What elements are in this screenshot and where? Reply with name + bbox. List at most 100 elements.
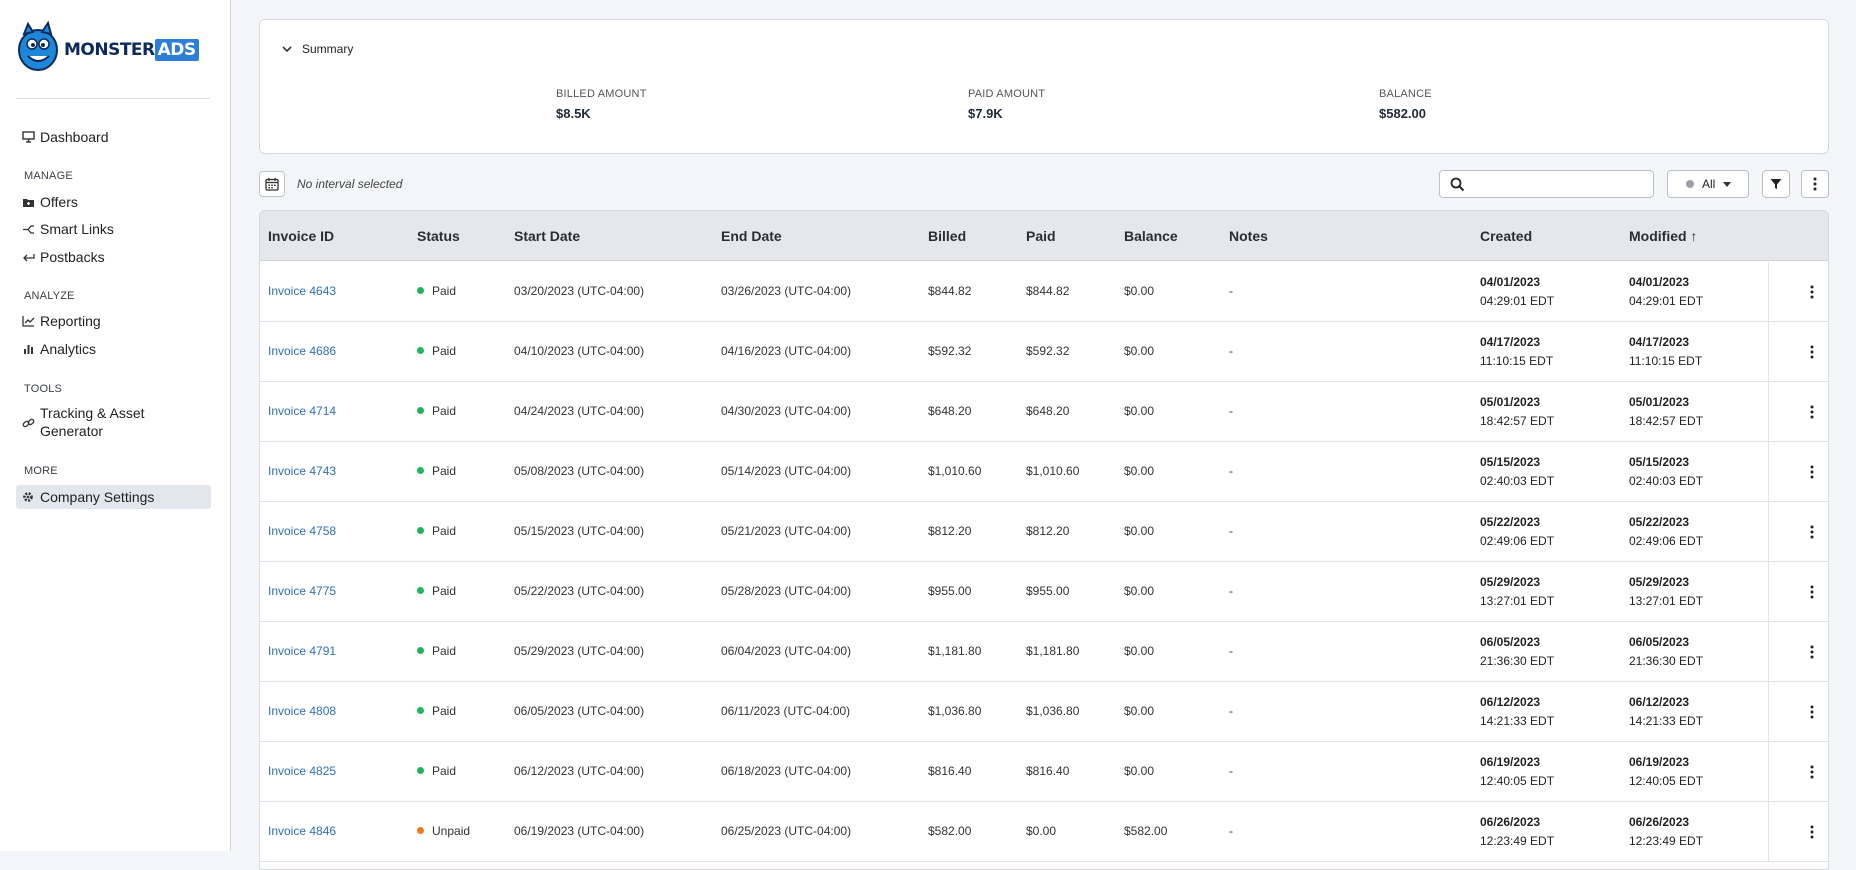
row-actions-button[interactable] [1810,345,1814,364]
created-time: 04:29:01 EDT [1480,294,1555,308]
status-label: Paid [432,764,457,778]
table-row[interactable]: Invoice 4808 Paid 06/05/2023 (UTC-04:00) 06… [260,682,1828,742]
table-row[interactable]: Invoice 4643 Paid 03/20/2023 (UTC-04:00) 03… [260,262,1828,322]
more-options-button[interactable] [1801,170,1829,198]
created-date: 05/01/2023 [1480,395,1541,409]
vertical-dots-icon [1810,285,1814,299]
table-row[interactable]: Invoice 4775 Paid 05/22/2023 (UTC-04:00) 05… [260,562,1828,622]
created-date: 06/05/2023 [1480,635,1541,649]
billed-cell: $816.40 [928,764,972,778]
invoice-id-link[interactable]: Invoice 4643 [268,284,336,298]
row-actions-button[interactable] [1810,825,1814,844]
table-row[interactable]: Invoice 4846 Unpaid 06/19/2023 (UTC-04:00)… [260,802,1828,862]
table-row[interactable]: Invoice 4686 Paid 04/10/2023 (UTC-04:00) 04… [260,322,1828,382]
brand-name-part1: MONSTER [64,40,155,60]
invoice-id-link[interactable]: Invoice 4846 [268,824,336,838]
invoice-id-link[interactable]: Invoice 4686 [268,344,336,358]
invoice-id-link[interactable]: Invoice 4714 [268,404,336,418]
search-input[interactable] [1439,170,1654,198]
status-dot-icon [417,287,424,295]
metric-label: BILLED AMOUNT [556,88,647,100]
created-date: 05/15/2023 [1480,455,1541,469]
modified-time: 02:49:06 EDT [1629,534,1704,548]
sidebar-item-postbacks[interactable]: Postbacks [16,245,211,269]
sidebar-item-reporting[interactable]: Reporting [16,309,211,333]
row-actions-button[interactable] [1810,765,1814,784]
filter-button[interactable] [1762,170,1790,198]
vertical-dots-icon [1810,825,1814,839]
invoice-id-link[interactable]: Invoice 4808 [268,704,336,718]
status-label: Paid [432,584,457,598]
modified-date: 06/12/2023 [1629,695,1690,709]
row-action-divider [1768,442,1769,502]
sidebar: MONSTER ADS Dashboard MANAGE Offers Smart… [0,0,231,851]
date-range-button[interactable] [259,171,285,197]
modified-cell: 05/22/2023 02:49:06 EDT [1629,513,1703,551]
paid-cell: $1,010.60 [1026,464,1080,478]
vertical-dots-icon [1810,465,1814,479]
status-dot-icon [1686,180,1694,188]
vertical-dots-icon [1813,177,1817,191]
invoice-id-link[interactable]: Invoice 4791 [268,644,336,658]
row-action-divider [1768,322,1769,382]
column-header-notes[interactable]: Notes [1229,228,1268,244]
sidebar-item-offers[interactable]: Offers [16,190,211,214]
row-actions-button[interactable] [1810,285,1814,304]
row-actions-button[interactable] [1810,525,1814,544]
status-filter-dropdown[interactable]: All [1667,170,1749,198]
status-filter-value: All [1702,177,1716,191]
metric-value: $8.5K [556,106,591,121]
invoice-id-link[interactable]: Invoice 4825 [268,764,336,778]
vertical-dots-icon [1810,345,1814,359]
invoice-id-link[interactable]: Invoice 4743 [268,464,336,478]
start-date-cell: 04/24/2023 (UTC-04:00) [514,404,645,418]
balance-cell: $0.00 [1124,464,1155,478]
modified-time: 18:42:57 EDT [1629,414,1704,428]
column-header-created[interactable]: Created [1480,228,1532,244]
metric-balance: BALANCE $582.00 [1379,88,1432,121]
sidebar-item-analytics[interactable]: Analytics [16,337,211,361]
brand-logo[interactable]: MONSTER ADS [16,20,212,76]
row-actions-button[interactable] [1810,645,1814,664]
sidebar-item-label: Smart Links [40,221,114,237]
row-actions-button[interactable] [1810,705,1814,724]
paid-cell: $955.00 [1026,584,1070,598]
column-header-invoice-id[interactable]: Invoice ID [268,228,334,244]
table-row[interactable]: Invoice 4714 Paid 04/24/2023 (UTC-04:00) 04… [260,382,1828,442]
column-header-paid[interactable]: Paid [1026,228,1056,244]
column-header-modified[interactable]: Modified ↑ [1629,228,1697,244]
invoice-id-link[interactable]: Invoice 4775 [268,584,336,598]
sidebar-item-smart-links[interactable]: Smart Links [16,217,211,241]
table-row[interactable]: Invoice 4758 Paid 05/15/2023 (UTC-04:00) 05… [260,502,1828,562]
end-date-cell: 05/21/2023 (UTC-04:00) [721,524,852,538]
column-header-status[interactable]: Status [417,228,460,244]
column-header-end-date[interactable]: End Date [721,228,782,244]
table-row[interactable]: Invoice 4743 Paid 05/08/2023 (UTC-04:00) 05… [260,442,1828,502]
notes-cell: - [1229,584,1233,598]
sidebar-item-tracking-asset-generator[interactable]: Tracking & Asset Generator [16,404,211,444]
paid-cell: $0.00 [1026,824,1057,838]
vertical-dots-icon [1810,765,1814,779]
invoice-id-link[interactable]: Invoice 4758 [268,524,336,538]
status-cell: Unpaid [417,824,470,838]
row-action-divider [1768,682,1769,742]
column-header-billed[interactable]: Billed [928,228,966,244]
row-actions-button[interactable] [1810,465,1814,484]
row-actions-button[interactable] [1810,405,1814,424]
modified-time: 04:29:01 EDT [1629,294,1704,308]
sidebar-item-dashboard[interactable]: Dashboard [16,125,211,149]
table-row[interactable]: Invoice 4825 Paid 06/12/2023 (UTC-04:00) 06… [260,742,1828,802]
paid-cell: $1,036.80 [1026,704,1080,718]
created-time: 02:40:03 EDT [1480,474,1555,488]
status-label: Paid [432,524,457,538]
sidebar-item-company-settings[interactable]: Company Settings [16,485,211,509]
notes-cell: - [1229,644,1233,658]
table-row[interactable]: Invoice 4791 Paid 05/29/2023 (UTC-04:00) 06… [260,622,1828,682]
column-header-start-date[interactable]: Start Date [514,228,580,244]
column-header-balance[interactable]: Balance [1124,228,1178,244]
modified-cell: 06/05/2023 21:36:30 EDT [1629,633,1703,671]
summary-toggle[interactable]: Summary [282,42,353,56]
row-actions-button[interactable] [1810,585,1814,604]
status-label: Unpaid [432,824,471,838]
modified-cell: 05/29/2023 13:27:01 EDT [1629,573,1703,611]
